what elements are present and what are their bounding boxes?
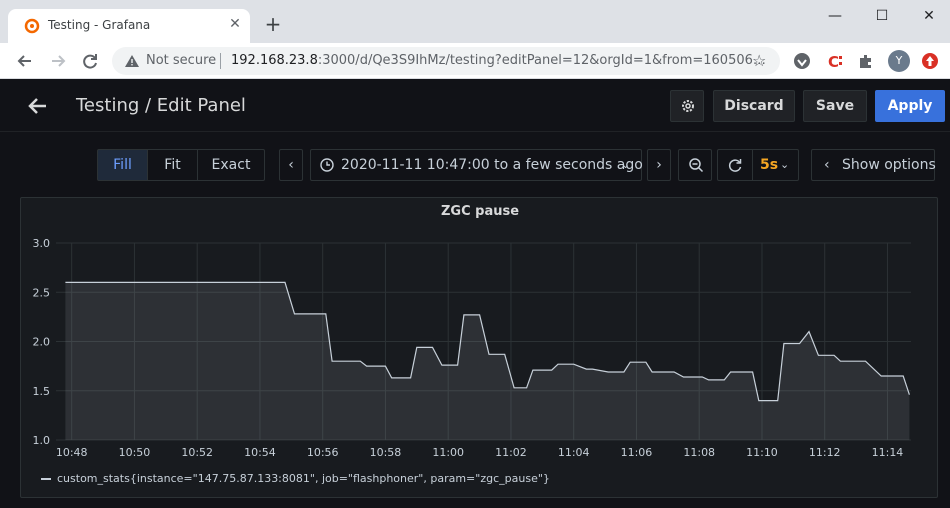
chevron-down-icon: ⌄: [621, 158, 631, 171]
grafana-logo-icon: [24, 18, 40, 34]
window-close-icon[interactable]: ✕: [917, 6, 941, 26]
reload-icon[interactable]: [79, 50, 101, 72]
bookmark-star-icon[interactable]: ☆: [752, 51, 766, 70]
view-mode-exact[interactable]: Exact: [197, 149, 265, 181]
browser-tab[interactable]: Testing - Grafana ✕: [8, 9, 250, 43]
show-options-button[interactable]: ‹ Show options: [811, 149, 936, 181]
chevron-left-icon: ‹: [824, 157, 830, 173]
y-tick-label: 1.0: [33, 434, 51, 447]
x-tick-label: 11:02: [495, 446, 527, 459]
browser-addressbar: Not secure 192.168.23.8:3000/d/Qe3S9IhMz…: [0, 43, 950, 79]
profile-avatar[interactable]: Y: [888, 50, 910, 72]
maximize-icon[interactable]: ☐: [870, 6, 894, 26]
panel-toolbar: Fill Fit Exact ‹ 2020-11-11 10:47:00 to …: [0, 132, 950, 192]
forward-icon[interactable]: [47, 50, 69, 72]
url-divider: [220, 53, 221, 69]
save-button[interactable]: Save: [803, 90, 867, 122]
x-tick-label: 11:08: [683, 446, 715, 459]
x-tick-label: 11:06: [621, 446, 653, 459]
new-tab-icon[interactable]: +: [262, 14, 284, 36]
x-tick-label: 11:10: [746, 446, 778, 459]
extension-update-icon[interactable]: [921, 52, 939, 70]
grafana-header: Testing / Edit Panel Discard Save Apply: [0, 80, 950, 132]
tab-close-icon[interactable]: ✕: [226, 15, 244, 33]
security-label[interactable]: Not secure: [146, 53, 216, 68]
panel-settings-button[interactable]: [670, 90, 704, 122]
url-path: :3000/d/Qe3S9IhMz/testing?editPanel=12&o…: [317, 53, 766, 68]
zoom-out-icon: [689, 158, 704, 173]
x-tick-label: 10:52: [181, 446, 213, 459]
x-tick-label: 11:14: [872, 446, 904, 459]
y-tick-label: 2.5: [33, 286, 51, 299]
refresh-divider: [752, 150, 753, 180]
chevron-right-icon: ›: [656, 157, 662, 173]
minimize-icon[interactable]: —: [823, 6, 847, 26]
url-text[interactable]: 192.168.23.8:3000/d/Qe3S9IhMz/testing?ed…: [231, 53, 766, 68]
x-tick-label: 11:00: [432, 446, 464, 459]
url-host: 192.168.23.8: [231, 53, 318, 68]
graph-panel: ZGC pause 1.0 1.5 2.0 2.5 3.0 10:48 10:50 10:52…: [20, 197, 938, 498]
x-tick-label: 10:48: [56, 446, 88, 459]
chevron-down-icon: ⌄: [780, 158, 790, 171]
x-tick-label: 11:12: [809, 446, 841, 459]
extensions-puzzle-icon[interactable]: [857, 52, 875, 70]
x-tick-label: 10:54: [244, 446, 276, 459]
clock-icon: [320, 158, 334, 172]
back-icon[interactable]: [14, 50, 36, 72]
extension-shield-icon[interactable]: [793, 52, 811, 70]
omnibox[interactable]: Not secure 192.168.23.8:3000/d/Qe3S9IhMz…: [112, 47, 780, 75]
extension-c-icon[interactable]: C: [826, 52, 844, 70]
refresh-picker[interactable]: 5s ⌄: [717, 149, 799, 181]
gear-icon: [682, 100, 694, 112]
zoom-out-button[interactable]: [678, 149, 712, 181]
chevron-left-icon: ‹: [288, 157, 294, 173]
warning-icon[interactable]: [124, 53, 140, 69]
legend-swatch: [41, 478, 51, 480]
y-tick-label: 1.5: [33, 385, 51, 398]
time-back-button[interactable]: ‹: [279, 149, 303, 181]
view-mode-fill[interactable]: Fill: [97, 149, 148, 181]
x-tick-label: 10:58: [370, 446, 402, 459]
page-title: Testing / Edit Panel: [76, 95, 246, 116]
series-area: [65, 282, 910, 440]
time-forward-button[interactable]: ›: [647, 149, 671, 181]
x-tick-label: 11:04: [558, 446, 590, 459]
y-tick-label: 3.0: [33, 237, 51, 250]
legend-item[interactable]: custom_stats{instance="147.75.87.133:808…: [41, 472, 550, 485]
tab-title: Testing - Grafana: [48, 18, 151, 32]
svg-text:C: C: [828, 53, 839, 70]
back-arrow-icon[interactable]: [26, 94, 50, 118]
chart-area[interactable]: 1.0 1.5 2.0 2.5 3.0 10:48 10:50 10:52 10:54 10:56…: [21, 198, 937, 468]
view-mode-fit[interactable]: Fit: [147, 149, 198, 181]
apply-button[interactable]: Apply: [875, 90, 945, 122]
time-range-text: 2020-11-11 10:47:00 to a few seconds ago: [341, 157, 643, 173]
y-tick-label: 2.0: [33, 336, 51, 349]
x-tick-label: 10:50: [119, 446, 151, 459]
browser-tabbar: Testing - Grafana ✕ + — ☐ ✕: [0, 0, 950, 43]
legend-label: custom_stats{instance="147.75.87.133:808…: [57, 472, 550, 485]
show-options-label: Show options: [842, 157, 936, 173]
discard-button[interactable]: Discard: [713, 90, 795, 122]
x-tick-label: 10:56: [307, 446, 339, 459]
time-range-picker[interactable]: 2020-11-11 10:47:00 to a few seconds ago…: [310, 149, 643, 181]
refresh-icon: [728, 159, 742, 172]
refresh-interval: 5s: [760, 157, 779, 173]
